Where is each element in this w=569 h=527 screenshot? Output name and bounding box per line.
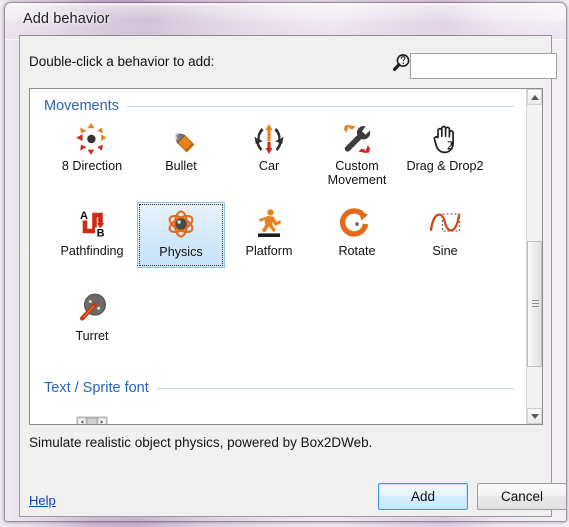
- behavior-list-scroll-content: Movements 8 Direction Bullet Car Custom …: [30, 89, 527, 424]
- svg-text:A: A: [80, 210, 88, 222]
- behavior-label: Bullet: [165, 159, 197, 173]
- pathfinding-icon: A B: [74, 206, 110, 242]
- behavior-item-bullet[interactable]: Bullet: [137, 117, 225, 183]
- hand-drag-icon: 2: [427, 121, 463, 157]
- scrollbar-thumb[interactable]: [527, 241, 542, 367]
- bullet-icon: [163, 121, 199, 157]
- svg-text:B: B: [97, 228, 105, 240]
- behavior-label: Car: [258, 159, 280, 173]
- physics-atom-icon: [163, 207, 199, 243]
- scrollbar-behavior-icon: [74, 405, 110, 424]
- list-vertical-scrollbar[interactable]: [526, 89, 542, 424]
- add-behavior-dialog: Add behavior Double-click a behavior to …: [4, 2, 567, 522]
- behavior-label: Platform: [245, 244, 293, 258]
- rotate-icon: [339, 206, 375, 242]
- behavior-label: Turret: [75, 329, 109, 343]
- behavior-item-turret[interactable]: Turret: [48, 287, 136, 353]
- behavior-item-pathfinding[interactable]: A B Pathfinding: [48, 202, 136, 268]
- add-button[interactable]: Add: [378, 483, 468, 510]
- behavior-item-8-direction[interactable]: 8 Direction: [48, 117, 136, 183]
- platform-runner-icon: [251, 206, 287, 242]
- search-input[interactable]: [411, 54, 556, 78]
- behavior-label: Physics: [159, 245, 203, 259]
- behavior-item-platform[interactable]: Platform: [225, 202, 313, 268]
- behavior-item-custom-movement[interactable]: Custom Movement: [313, 117, 401, 199]
- car-icon: [251, 121, 287, 157]
- chevron-down-icon: [530, 413, 539, 419]
- chevron-up-icon: [530, 94, 539, 100]
- behavior-description: Simulate realistic object physics, power…: [29, 435, 373, 450]
- section-header-movements: Movements: [44, 97, 514, 115]
- behavior-item-sine[interactable]: Sine: [401, 202, 489, 268]
- dialog-client-area: Double-click a behavior to add: Movement…: [19, 35, 566, 517]
- section-title: Movements: [44, 98, 119, 114]
- sine-wave-icon: [427, 206, 463, 242]
- scroll-down-button[interactable]: [527, 408, 542, 424]
- help-link[interactable]: Help: [29, 493, 56, 508]
- behavior-label: Drag & Drop2: [406, 159, 484, 173]
- behavior-item-physics[interactable]: Physics: [137, 202, 225, 268]
- behavior-label: Pathfinding: [60, 244, 124, 258]
- behavior-item-partial[interactable]: [48, 401, 136, 424]
- title-bar-highlight: [6, 4, 565, 5]
- behavior-item-rotate[interactable]: Rotate: [313, 202, 401, 268]
- section-header-text-sprite-font: Text / Sprite font: [44, 379, 514, 397]
- scrollbar-grip-icon: [532, 300, 539, 307]
- behavior-label: 8 Direction: [61, 159, 123, 173]
- behavior-list-panel: Movements 8 Direction Bullet Car Custom …: [29, 88, 543, 425]
- eight-direction-icon: [74, 121, 110, 157]
- behavior-label: Custom Movement: [327, 159, 387, 187]
- section-rule: [126, 105, 514, 107]
- section-rule: [156, 387, 514, 389]
- cancel-button[interactable]: Cancel: [477, 483, 566, 510]
- turret-icon: [74, 291, 110, 327]
- behavior-label: Sine: [432, 244, 458, 258]
- behavior-item-drag-drop2[interactable]: 2 Drag & Drop2: [401, 117, 489, 183]
- search-field[interactable]: [410, 53, 557, 79]
- section-title: Text / Sprite font: [44, 380, 149, 396]
- behavior-item-car[interactable]: Car: [225, 117, 313, 183]
- dialog-title: Add behavior: [23, 11, 110, 27]
- wrench-icon: [339, 121, 375, 157]
- prompt-label: Double-click a behavior to add:: [29, 54, 215, 69]
- behavior-label: Rotate: [338, 244, 376, 258]
- svg-text:2: 2: [447, 139, 453, 153]
- scroll-up-button[interactable]: [527, 89, 542, 105]
